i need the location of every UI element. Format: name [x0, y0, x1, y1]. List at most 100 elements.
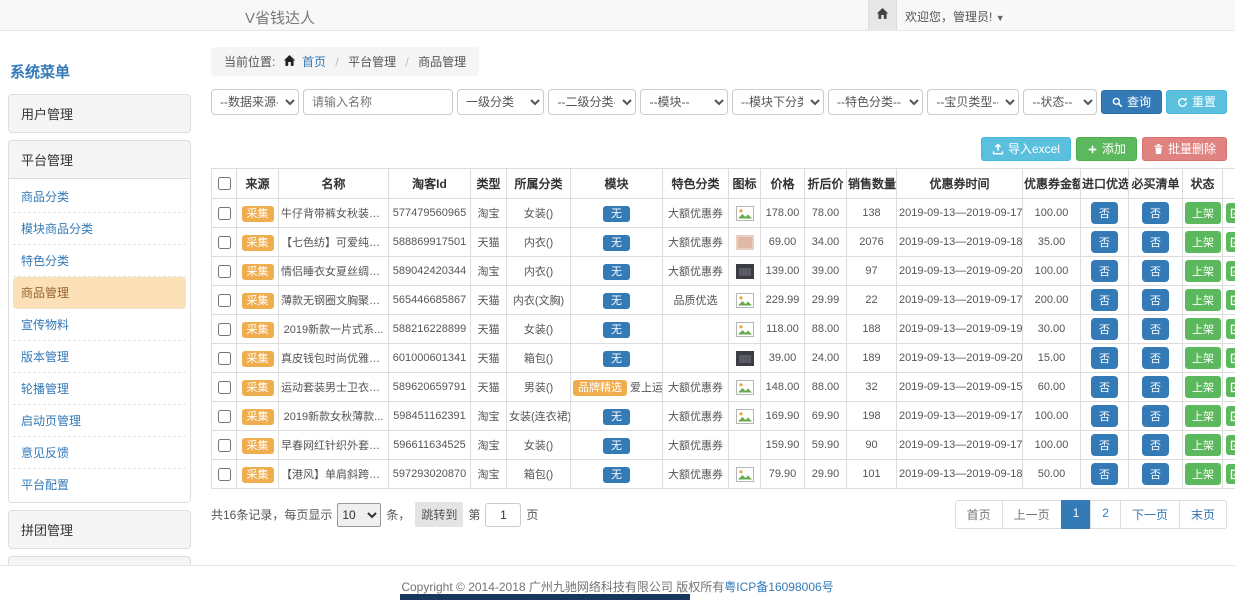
pager-末页[interactable]: 末页	[1179, 500, 1227, 529]
sales-count: 188	[847, 315, 897, 344]
edit-button[interactable]	[1226, 406, 1235, 426]
sidebar-item-拼团管理[interactable]: 拼团管理	[9, 511, 190, 548]
edit-button[interactable]	[1226, 319, 1235, 339]
row-checkbox[interactable]	[218, 468, 231, 481]
pager-1[interactable]: 1	[1061, 500, 1092, 529]
imported-toggle[interactable]: 否	[1091, 202, 1118, 224]
add-button[interactable]: 添加	[1076, 137, 1137, 161]
row-checkbox[interactable]	[218, 352, 231, 365]
feature-category: 大额优惠券	[663, 373, 729, 402]
sidebar-subitem-模块商品分类[interactable]: 模块商品分类	[13, 213, 186, 245]
status-badge[interactable]: 上架	[1185, 376, 1221, 398]
status-badge[interactable]: 上架	[1185, 289, 1221, 311]
imported-toggle[interactable]: 否	[1091, 376, 1118, 398]
row-checkbox[interactable]	[218, 207, 231, 220]
sidebar-subitem-宣传物料[interactable]: 宣传物料	[13, 309, 186, 341]
sidebar-subitem-启动页管理[interactable]: 启动页管理	[13, 405, 186, 437]
must-buy-toggle[interactable]: 否	[1142, 434, 1169, 456]
status-badge[interactable]: 上架	[1185, 434, 1221, 456]
per-page-select[interactable]: 10	[337, 503, 381, 527]
page-number-input[interactable]	[485, 503, 521, 527]
status-badge[interactable]: 上架	[1185, 405, 1221, 427]
pager-首页[interactable]: 首页	[955, 500, 1003, 529]
imported-toggle[interactable]: 否	[1091, 405, 1118, 427]
sidebar-subitem-商品管理[interactable]: 商品管理	[13, 277, 186, 309]
imported-toggle[interactable]: 否	[1091, 289, 1118, 311]
pager-上一页[interactable]: 上一页	[1002, 500, 1062, 529]
must-buy-toggle[interactable]: 否	[1142, 318, 1169, 340]
sidebar-subitem-平台配置[interactable]: 平台配置	[13, 469, 186, 500]
imported-toggle[interactable]: 否	[1091, 463, 1118, 485]
must-buy-toggle[interactable]: 否	[1142, 347, 1169, 369]
row-checkbox[interactable]	[218, 381, 231, 394]
edit-button[interactable]	[1226, 377, 1235, 397]
user-dropdown[interactable]: 欢迎您，管理员! ▼	[905, 8, 1005, 25]
reset-button[interactable]: 重置	[1166, 90, 1227, 114]
must-buy-toggle[interactable]: 否	[1142, 405, 1169, 427]
must-buy-toggle[interactable]: 否	[1142, 376, 1169, 398]
sidebar-item-省惠快报[interactable]: 省惠快报	[9, 557, 190, 565]
sidebar-item-平台管理[interactable]: 平台管理	[9, 141, 190, 178]
edit-button[interactable]	[1226, 348, 1235, 368]
coupon-time: 2019-09-13—2019-09-17	[897, 431, 1023, 460]
select-all-checkbox[interactable]	[218, 177, 231, 190]
filter-select[interactable]: --二级分类--	[548, 89, 636, 115]
row-checkbox[interactable]	[218, 439, 231, 452]
breadcrumb-separator: /	[335, 55, 338, 69]
imported-toggle[interactable]: 否	[1091, 318, 1118, 340]
discount-price: 59.90	[805, 431, 847, 460]
status-badge[interactable]: 上架	[1185, 463, 1221, 485]
sidebar-subitem-特色分类[interactable]: 特色分类	[13, 245, 186, 277]
must-buy-toggle[interactable]: 否	[1142, 289, 1169, 311]
filter-select[interactable]: --特色分类--	[828, 89, 923, 115]
edit-button[interactable]	[1226, 464, 1235, 484]
filter-select[interactable]: --数据来源--	[211, 89, 299, 115]
name-search-input[interactable]	[303, 89, 453, 115]
filter-select[interactable]: --宝贝类型--	[927, 89, 1019, 115]
jump-button[interactable]: 跳转到	[415, 502, 463, 527]
status-badge[interactable]: 上架	[1185, 231, 1221, 253]
table-row: 采集情侣睡衣女夏丝绸男士...589042420344淘宝内衣()无大额优惠券1…	[212, 257, 1235, 286]
status-badge[interactable]: 上架	[1185, 202, 1221, 224]
imported-toggle[interactable]: 否	[1091, 347, 1118, 369]
home-button[interactable]	[868, 0, 897, 30]
row-checkbox[interactable]	[218, 294, 231, 307]
status-badge[interactable]: 上架	[1185, 260, 1221, 282]
must-buy-toggle[interactable]: 否	[1142, 202, 1169, 224]
sidebar-subitem-轮播管理[interactable]: 轮播管理	[13, 373, 186, 405]
must-buy-toggle[interactable]: 否	[1142, 231, 1169, 253]
pager-2[interactable]: 2	[1090, 500, 1121, 529]
icp-link[interactable]: 粤ICP备16098006号	[724, 580, 833, 594]
pager-下一页[interactable]: 下一页	[1120, 500, 1180, 529]
search-button[interactable]: 查询	[1101, 90, 1162, 114]
row-checkbox[interactable]	[218, 410, 231, 423]
must-buy-toggle[interactable]: 否	[1142, 463, 1169, 485]
sidebar-subitem-版本管理[interactable]: 版本管理	[13, 341, 186, 373]
sidebar-item-用户管理[interactable]: 用户管理	[9, 95, 190, 132]
sidebar-subitem-意见反馈[interactable]: 意见反馈	[13, 437, 186, 469]
filter-select[interactable]: --模块下分类--	[732, 89, 824, 115]
batch-delete-button[interactable]: 批量删除	[1142, 137, 1227, 161]
row-checkbox[interactable]	[218, 236, 231, 249]
sidebar-subitem-商品分类[interactable]: 商品分类	[13, 181, 186, 213]
edit-button[interactable]	[1226, 203, 1235, 223]
filter-select[interactable]: --模块--	[640, 89, 727, 115]
breadcrumb-home-link[interactable]: 首页	[302, 55, 326, 69]
import-excel-button[interactable]: 导入excel	[981, 137, 1071, 161]
must-buy-toggle[interactable]: 否	[1142, 260, 1169, 282]
row-checkbox[interactable]	[218, 323, 231, 336]
edit-button[interactable]	[1226, 435, 1235, 455]
edit-button[interactable]	[1226, 261, 1235, 281]
edit-button[interactable]	[1226, 290, 1235, 310]
status-badge[interactable]: 上架	[1185, 318, 1221, 340]
imported-toggle[interactable]: 否	[1091, 231, 1118, 253]
row-checkbox[interactable]	[218, 265, 231, 278]
imported-toggle[interactable]: 否	[1091, 434, 1118, 456]
imported-toggle[interactable]: 否	[1091, 260, 1118, 282]
filter-select[interactable]: 一级分类	[457, 89, 544, 115]
filter-select[interactable]: --状态--	[1023, 89, 1097, 115]
icon-cell	[729, 315, 761, 344]
status-badge[interactable]: 上架	[1185, 347, 1221, 369]
edit-button[interactable]	[1226, 232, 1235, 252]
feature-category	[663, 315, 729, 344]
